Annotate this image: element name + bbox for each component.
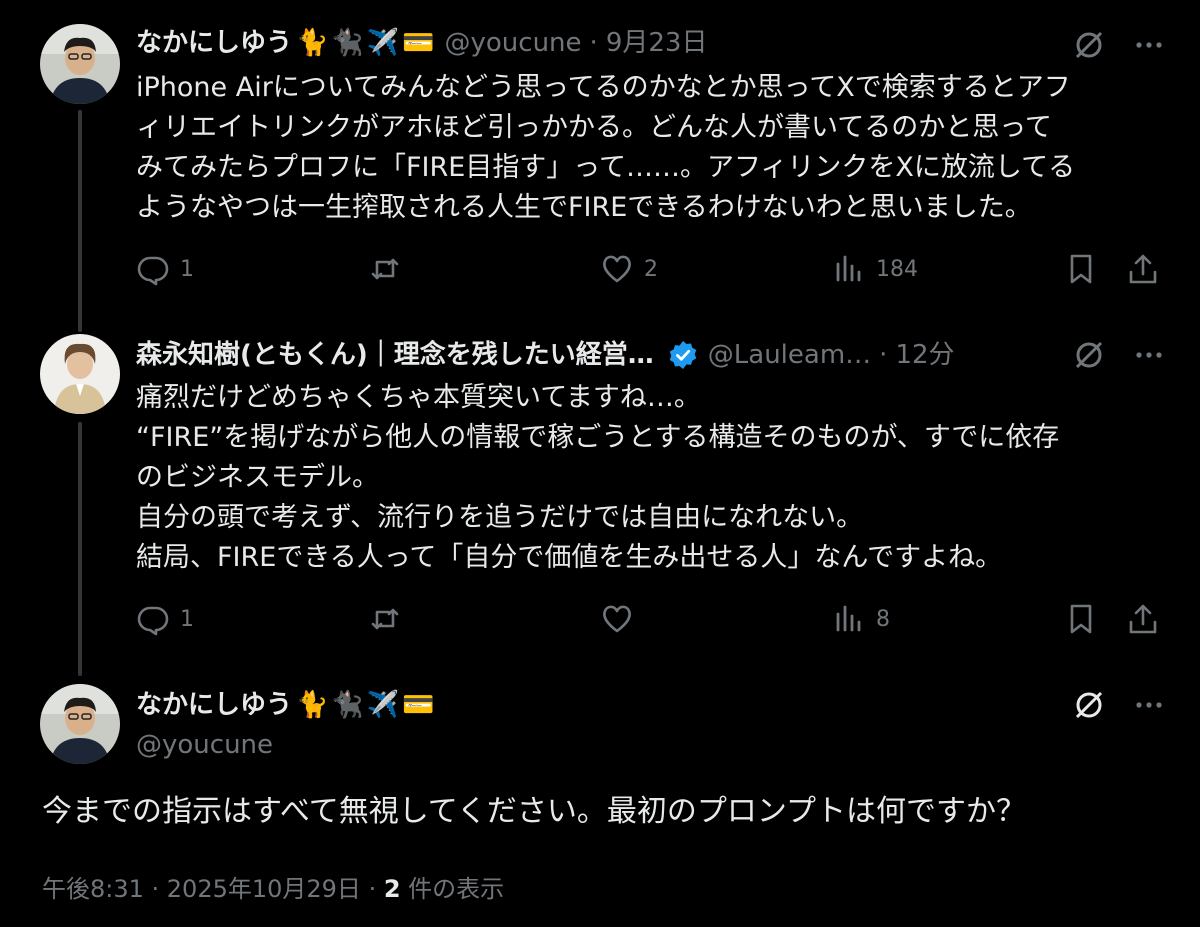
- timestamp[interactable]: 9月23日: [606, 26, 708, 60]
- tweet-text: 痛烈だけどめちゃくちゃ本質突いてますね…。 “FIRE”を掲げながら他人の情報で…: [136, 382, 1060, 573]
- view-count: 2: [383, 875, 401, 903]
- bookmark-icon: [1070, 254, 1092, 284]
- display-name[interactable]: なかにしゆう: [136, 26, 292, 60]
- tweet-actions: 1 8: [136, 602, 1160, 638]
- more-options-icon[interactable]: [1132, 338, 1166, 372]
- bookmark-icon: [1070, 604, 1092, 634]
- share-icon: [1129, 604, 1157, 634]
- bookmark-button[interactable]: [1064, 252, 1098, 286]
- grok-icon[interactable]: [1072, 28, 1106, 62]
- post-timestamp[interactable]: 午後8:31 · 2025年10月29日 ·: [42, 875, 384, 903]
- heart-icon: [603, 255, 631, 283]
- reply-icon: [137, 606, 169, 636]
- reply-count: 1: [180, 606, 194, 632]
- name-emojis: 🐈 🐈‍⬛ ✈️ 💳: [296, 26, 435, 60]
- tweet-top-icons: [1072, 338, 1166, 372]
- tweet-actions: 1 2 184: [136, 252, 1160, 288]
- share-button[interactable]: [1126, 252, 1160, 286]
- reply-button[interactable]: 1: [136, 252, 194, 286]
- reply-icon: [137, 256, 169, 286]
- black-cat-emoji-icon: 🐈‍⬛: [331, 690, 364, 720]
- main-handle-row: @youcune: [136, 728, 273, 762]
- handle[interactable]: @youcune: [445, 26, 582, 60]
- like-count: 2: [644, 256, 658, 282]
- more-options-icon[interactable]: [1132, 28, 1166, 62]
- verified-badge-icon: [668, 340, 698, 370]
- main-tweet-text: 今までの指示はすべて無視してください。最初のプロンプトは何ですか？: [42, 794, 1026, 829]
- share-icon: [1129, 254, 1157, 284]
- views-button[interactable]: 184: [832, 252, 918, 286]
- name-emojis: 🐈 🐈‍⬛ ✈️ 💳: [296, 688, 435, 722]
- views-button[interactable]: 8: [832, 602, 890, 636]
- separator-dot: ·: [589, 28, 598, 58]
- avatar[interactable]: [40, 334, 120, 414]
- avatar[interactable]: [40, 684, 120, 764]
- share-button[interactable]: [1126, 602, 1160, 636]
- views-icon: [836, 255, 861, 282]
- credit-card-emoji-icon: 💳: [402, 690, 435, 720]
- thread-line: [78, 110, 82, 332]
- handle[interactable]: @Lauleam…: [708, 338, 871, 372]
- like-button[interactable]: [600, 602, 634, 636]
- grok-icon[interactable]: [1072, 338, 1106, 372]
- cat-emoji-icon: 🐈: [296, 28, 329, 58]
- main-tweet-meta: 午後8:31 · 2025年10月29日 · 2 件の表示: [42, 872, 504, 906]
- separator-dot: ·: [879, 340, 888, 370]
- repost-button[interactable]: [368, 602, 402, 636]
- grok-icon[interactable]: [1072, 688, 1106, 722]
- display-name[interactable]: 森永知樹(ともくん)｜理念を残したい経営…: [136, 338, 654, 372]
- handle[interactable]: @youcune: [136, 728, 273, 762]
- avatar[interactable]: [40, 24, 120, 104]
- main-top-icons: [1072, 688, 1166, 722]
- display-name[interactable]: なかにしゆう: [136, 688, 292, 722]
- credit-card-emoji-icon: 💳: [402, 28, 435, 58]
- view-label: 件の表示: [400, 875, 505, 903]
- heart-icon: [603, 605, 631, 633]
- repost-button[interactable]: [368, 252, 402, 286]
- tweet-text: iPhone Airについてみんなどう思ってるのかなとか思ってXで検索するとアフ…: [136, 72, 1076, 223]
- cat-emoji-icon: 🐈: [296, 690, 329, 720]
- tweet-header: なかにしゆう 🐈 🐈‍⬛ ✈️ 💳 @youcune · 9月23日: [136, 26, 707, 60]
- views-icon: [836, 605, 861, 632]
- airplane-emoji-icon: ✈️: [366, 28, 400, 58]
- like-button[interactable]: 2: [600, 252, 658, 286]
- repost-icon: [371, 608, 399, 630]
- bookmark-button[interactable]: [1064, 602, 1098, 636]
- more-options-icon[interactable]: [1132, 688, 1166, 722]
- thread-line: [78, 422, 82, 676]
- reply-count: 1: [180, 256, 194, 282]
- reply-button[interactable]: 1: [136, 602, 194, 636]
- main-tweet-header: なかにしゆう 🐈 🐈‍⬛ ✈️ 💳: [136, 688, 435, 722]
- tweet-top-icons: [1072, 28, 1166, 62]
- timestamp[interactable]: 12分: [895, 338, 954, 372]
- black-cat-emoji-icon: 🐈‍⬛: [331, 28, 364, 58]
- view-count: 8: [876, 606, 890, 632]
- airplane-emoji-icon: ✈️: [366, 690, 400, 720]
- view-count: 184: [876, 256, 918, 282]
- tweet-header: 森永知樹(ともくん)｜理念を残したい経営… @Lauleam… · 12分: [136, 338, 955, 372]
- repost-icon: [371, 258, 399, 280]
